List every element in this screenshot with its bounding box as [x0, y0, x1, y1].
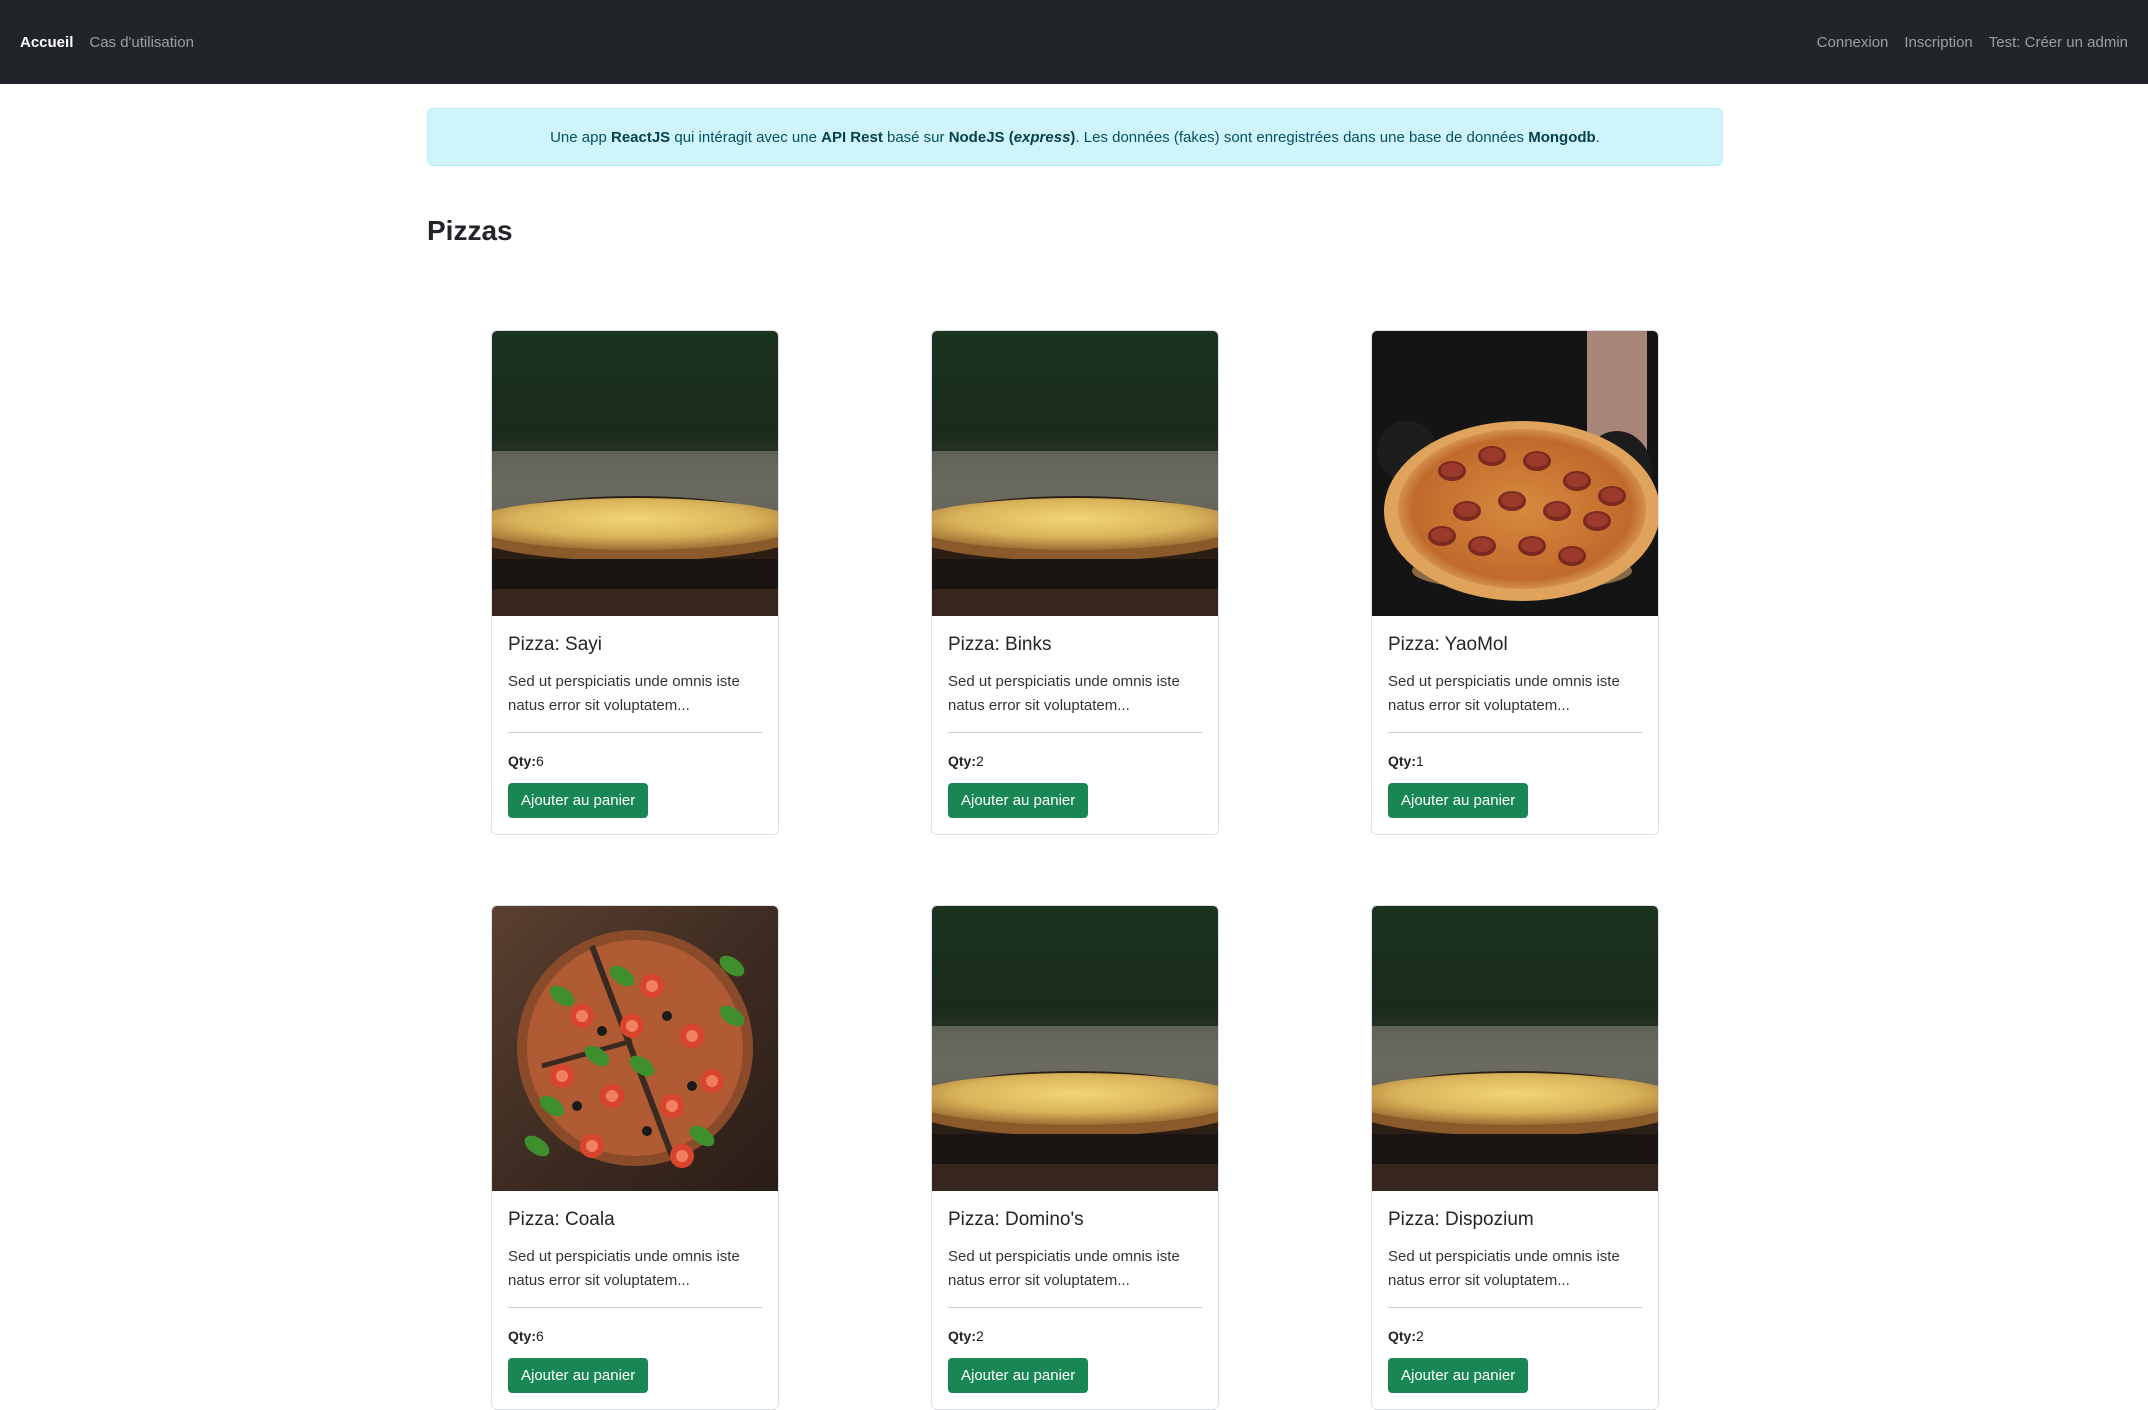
basil-tomato-pizza-image	[492, 906, 778, 1191]
card-title: Pizza: Dispozium	[1388, 1209, 1534, 1230]
card-quantity: Qty:1	[1388, 753, 1642, 769]
qty-label: Qty:	[1388, 753, 1416, 769]
qty-value: 1	[1416, 753, 1424, 769]
card-quantity: Qty:2	[1388, 1328, 1642, 1344]
qty-value: 2	[1416, 1328, 1424, 1344]
cheese-pizza-image	[932, 906, 1218, 1191]
card-body: Pizza: Binks Sed ut perspiciatis unde omn…	[932, 616, 1218, 834]
add-to-cart-button[interactable]: Ajouter au panier	[508, 783, 649, 818]
qty-value: 6	[536, 753, 544, 769]
pepperoni-pizza-image	[1372, 331, 1658, 616]
card-description: Sed ut perspiciatis unde omnis iste natu…	[1388, 1248, 1620, 1289]
card-title: Pizza: YaoMol	[1388, 634, 1508, 655]
nav-register-link[interactable]: Inscription	[1904, 34, 1972, 51]
qty-label: Qty:	[508, 1328, 536, 1344]
card-description: Sed ut perspiciatis unde omnis iste natu…	[508, 673, 740, 714]
cheese-pizza-image	[932, 331, 1218, 616]
cheese-pizza-image	[1372, 906, 1658, 1191]
page-title: Pizzas	[427, 215, 513, 246]
card-body: Pizza: Dispozium Sed ut perspiciatis unde…	[1372, 1191, 1658, 1409]
info-alert: Une app ReactJS qui intéragit avec une A…	[427, 108, 1723, 166]
nav-home-link[interactable]: Accueil	[20, 34, 73, 51]
add-to-cart-button[interactable]: Ajouter au panier	[948, 1358, 1089, 1393]
card-divider	[948, 732, 1202, 733]
nav-left: Accueil Cas d'utilisation	[20, 34, 210, 51]
card-body: Pizza: Domino's Sed ut perspiciatis unde …	[932, 1191, 1218, 1409]
pizza-card: Pizza: Dispozium Sed ut perspiciatis unde…	[1371, 905, 1659, 1410]
qty-value: 2	[976, 753, 984, 769]
card-description: Sed ut perspiciatis unde omnis iste natu…	[948, 1248, 1180, 1289]
card-title: Pizza: Binks	[948, 634, 1052, 655]
nav-right: Connexion Inscription Test: Créer un adm…	[1801, 34, 2128, 51]
card-divider	[948, 1307, 1202, 1308]
pizza-card: Pizza: Binks Sed ut perspiciatis unde omn…	[931, 330, 1219, 835]
cheese-pizza-image	[492, 331, 778, 616]
card-title: Pizza: Domino's	[948, 1209, 1084, 1230]
nav-login-link[interactable]: Connexion	[1817, 34, 1889, 51]
nav-use-cases-link[interactable]: Cas d'utilisation	[89, 34, 194, 51]
add-to-cart-button[interactable]: Ajouter au panier	[508, 1358, 649, 1393]
card-quantity: Qty:6	[508, 753, 762, 769]
card-body: Pizza: YaoMol Sed ut perspiciatis unde om…	[1372, 616, 1658, 834]
pizza-card: Pizza: Coala Sed ut perspiciatis unde omn…	[491, 905, 779, 1410]
card-quantity: Qty:6	[508, 1328, 762, 1344]
alert-text: Une app ReactJS qui intéragit avec une A…	[550, 128, 1600, 146]
pizza-card: Pizza: Sayi Sed ut perspiciatis unde omni…	[491, 330, 779, 835]
add-to-cart-button[interactable]: Ajouter au panier	[1388, 1358, 1529, 1393]
qty-label: Qty:	[508, 753, 536, 769]
qty-value: 2	[976, 1328, 984, 1344]
card-title: Pizza: Coala	[508, 1209, 615, 1230]
card-divider	[1388, 732, 1642, 733]
top-navbar: Accueil Cas d'utilisation Connexion Insc…	[0, 0, 2148, 84]
card-quantity: Qty:2	[948, 753, 1202, 769]
qty-label: Qty:	[948, 1328, 976, 1344]
pizza-card: Pizza: Domino's Sed ut perspiciatis unde …	[931, 905, 1219, 1410]
card-title: Pizza: Sayi	[508, 634, 602, 655]
add-to-cart-button[interactable]: Ajouter au panier	[1388, 783, 1529, 818]
qty-label: Qty:	[948, 753, 976, 769]
qty-label: Qty:	[1388, 1328, 1416, 1344]
card-divider	[1388, 1307, 1642, 1308]
qty-value: 6	[536, 1328, 544, 1344]
card-divider	[508, 732, 762, 733]
card-quantity: Qty:2	[948, 1328, 1202, 1344]
add-to-cart-button[interactable]: Ajouter au panier	[948, 783, 1089, 818]
card-divider	[508, 1307, 762, 1308]
nav-test-admin-link[interactable]: Test: Créer un admin	[1989, 34, 2128, 51]
card-description: Sed ut perspiciatis unde omnis iste natu…	[508, 1248, 740, 1289]
card-description: Sed ut perspiciatis unde omnis iste natu…	[1388, 673, 1620, 714]
card-body: Pizza: Coala Sed ut perspiciatis unde omn…	[492, 1191, 778, 1409]
card-description: Sed ut perspiciatis unde omnis iste natu…	[948, 673, 1180, 714]
card-body: Pizza: Sayi Sed ut perspiciatis unde omni…	[492, 616, 778, 834]
pizza-card: Pizza: YaoMol Sed ut perspiciatis unde om…	[1371, 330, 1659, 835]
